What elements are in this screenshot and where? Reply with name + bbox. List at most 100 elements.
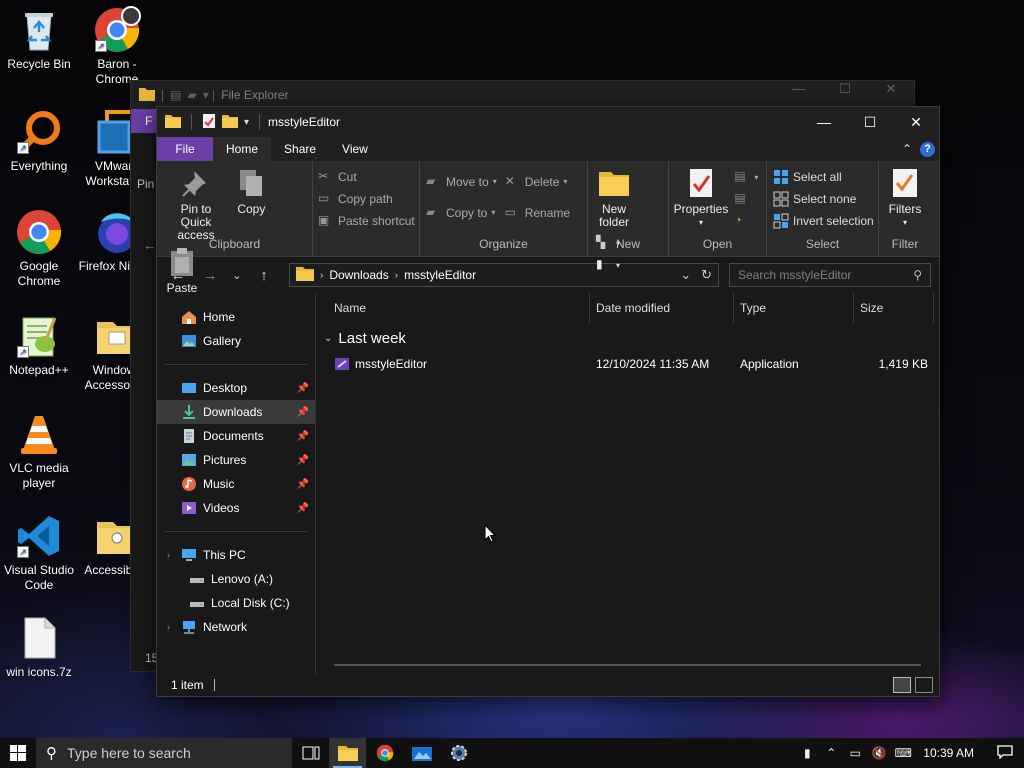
recent-locations-icon[interactable]: ⌄	[229, 269, 245, 282]
easy-access-button[interactable]: ▮ ▾	[596, 255, 620, 275]
details-view-icon[interactable]	[893, 677, 911, 693]
chevron-right-icon[interactable]: ›	[320, 270, 323, 281]
copy-to-button[interactable]: ▰ Copy to ▾	[426, 198, 497, 227]
volume-muted-icon[interactable]: 🔇	[867, 746, 891, 760]
new-folder-icon[interactable]	[222, 114, 238, 131]
address-bar[interactable]: › Downloads › msstyleEditor ⌄ ↻	[289, 263, 719, 287]
nav-item-desktop[interactable]: Desktop 📌	[157, 376, 315, 400]
refresh-icon[interactable]: ↻	[701, 267, 712, 283]
taskbar-file-explorer[interactable]	[329, 738, 366, 768]
select-none-button[interactable]: Select none	[773, 189, 874, 209]
nav-item-this-pc[interactable]: › This PC	[157, 543, 315, 567]
pin-icon[interactable]: 📌	[297, 503, 309, 514]
delete-button[interactable]: ✕ Delete ▾	[505, 167, 570, 196]
background-file-tab[interactable]: F	[131, 109, 157, 133]
group-header-last-week[interactable]: ⌄ Last week	[316, 323, 939, 353]
open-button[interactable]: ▤ ▾	[734, 167, 758, 187]
tab-home[interactable]: Home	[213, 137, 272, 161]
notification-icon[interactable]	[986, 744, 1024, 762]
desktop-icon-notepad-plus-plus[interactable]: ↗ Notepad++	[0, 312, 78, 378]
nav-item-network[interactable]: › Network	[157, 615, 315, 639]
column-header-date-modified[interactable]: Date modified	[590, 293, 734, 323]
move-to-button[interactable]: ▰ Move to ▾	[426, 167, 497, 196]
chevron-right-icon[interactable]: ›	[167, 622, 170, 632]
properties-icon[interactable]	[202, 113, 216, 132]
file-explorer-window[interactable]: ▾ msstyleEditor — ☐ ✕ File Home Share Vi…	[156, 106, 940, 697]
select-all-button[interactable]: Select all	[773, 167, 874, 187]
copy-path-button[interactable]: ▭ Copy path	[318, 189, 415, 209]
desktop-icon-everything[interactable]: ↗ Everything	[0, 108, 78, 174]
close-button[interactable]: ✕	[893, 107, 939, 137]
desktop-icon-vscode[interactable]: ↗ Visual Studio Code	[0, 512, 78, 593]
desktop-icon-baron-chrome[interactable]: ↗ Baron - Chrome	[78, 6, 156, 87]
properties-button[interactable]: Properties ▾	[674, 165, 728, 231]
nav-item-music[interactable]: Music 📌	[157, 472, 315, 496]
desktop-icon-google-chrome[interactable]: Google Chrome	[0, 208, 78, 289]
breadcrumb-downloads[interactable]: Downloads	[329, 268, 388, 282]
paste-button[interactable]: Paste	[163, 244, 201, 297]
nav-item-gallery[interactable]: Gallery	[157, 329, 315, 353]
desktop-icon-vlc[interactable]: VLC media player	[0, 410, 78, 491]
edit-button[interactable]: ▤	[734, 189, 758, 209]
usb-device-icon[interactable]: ▮	[795, 746, 819, 760]
maximize-button[interactable]: ☐	[847, 107, 893, 137]
up-arrow-icon[interactable]: ↑	[251, 267, 277, 284]
tab-share[interactable]: Share	[271, 137, 329, 161]
large-icons-view-icon[interactable]	[915, 677, 933, 693]
close-button[interactable]: ✕	[868, 81, 914, 109]
keyboard-icon[interactable]: ⌨	[891, 746, 915, 760]
customize-toolbar-icon[interactable]: ▾	[244, 117, 249, 128]
column-header-size[interactable]: Size	[854, 293, 934, 323]
taskbar-search-input[interactable]	[67, 745, 267, 761]
taskbar-chrome[interactable]	[366, 738, 403, 768]
history-button[interactable]: ◔	[734, 211, 758, 231]
filters-button[interactable]: Filters ▾	[885, 165, 925, 231]
nav-item-downloads[interactable]: Downloads 📌	[157, 400, 315, 424]
nav-item-local-disk[interactable]: Local Disk (C:)	[157, 591, 315, 615]
taskbar-settings[interactable]	[440, 738, 477, 768]
cut-button[interactable]: ✂ Cut	[318, 167, 415, 187]
desktop-icon-recycle-bin[interactable]: Recycle Bin	[0, 6, 78, 72]
clock[interactable]: 10:39 AM	[915, 746, 986, 760]
pin-to-quick-access-button[interactable]: Pin to Quick access	[163, 165, 229, 244]
nav-item-documents[interactable]: Documents 📌	[157, 424, 315, 448]
rename-button[interactable]: ▭ Rename	[505, 198, 570, 227]
paste-shortcut-button[interactable]: ▣ Paste shortcut	[318, 211, 415, 231]
breadcrumb-msstyleeditor[interactable]: msstyleEditor	[404, 268, 476, 282]
help-icon[interactable]: ?	[920, 141, 935, 157]
pin-icon[interactable]: 📌	[297, 479, 309, 490]
search-input[interactable]	[738, 268, 914, 282]
copy-button[interactable]: Copy	[232, 165, 270, 218]
start-button[interactable]	[0, 738, 36, 768]
invert-selection-button[interactable]: Invert selection	[773, 211, 874, 231]
chevron-down-icon[interactable]: ⌄	[324, 333, 332, 344]
title-bar[interactable]: ▾ msstyleEditor — ☐ ✕	[157, 107, 939, 137]
column-header-name[interactable]: Name	[316, 293, 590, 323]
network-status-icon[interactable]: ▭	[843, 746, 867, 760]
horizontal-scrollbar[interactable]	[334, 664, 921, 666]
pin-icon[interactable]: 📌	[297, 383, 309, 394]
chevron-right-icon[interactable]: ›	[167, 550, 170, 560]
chevron-down-icon[interactable]: ⌄	[680, 267, 691, 283]
maximize-button[interactable]: ☐	[822, 81, 868, 109]
search-box[interactable]: ⚲	[729, 263, 931, 287]
background-title-bar[interactable]: | ▤ ▰ ▾ | File Explorer — ☐ ✕	[131, 81, 914, 109]
nav-item-home[interactable]: Home	[157, 305, 315, 329]
pin-icon[interactable]: 📌	[297, 407, 309, 418]
new-folder-button[interactable]: New folder	[594, 165, 634, 231]
tab-view[interactable]: View	[329, 137, 381, 161]
nav-item-pictures[interactable]: Pictures 📌	[157, 448, 315, 472]
minimize-button[interactable]: —	[776, 81, 822, 109]
chevron-right-icon[interactable]: ›	[395, 270, 398, 281]
table-row[interactable]: msstyleEditor 12/10/2024 11:35 AM Applic…	[316, 353, 939, 375]
pin-icon[interactable]: 📌	[297, 431, 309, 442]
collapse-ribbon-icon[interactable]: ⌃	[902, 142, 912, 156]
taskbar-search[interactable]: ⚲	[36, 738, 292, 768]
minimize-button[interactable]: —	[801, 107, 847, 137]
chevron-up-icon[interactable]: ⌃	[819, 746, 843, 760]
column-header-type[interactable]: Type	[734, 293, 854, 323]
desktop-icon-win-icons-7z[interactable]: win icons.7z	[0, 614, 78, 680]
nav-item-videos[interactable]: Videos 📌	[157, 496, 315, 520]
nav-item-lenovo-drive[interactable]: Lenovo (A:)	[157, 567, 315, 591]
task-view-button[interactable]	[292, 738, 329, 768]
